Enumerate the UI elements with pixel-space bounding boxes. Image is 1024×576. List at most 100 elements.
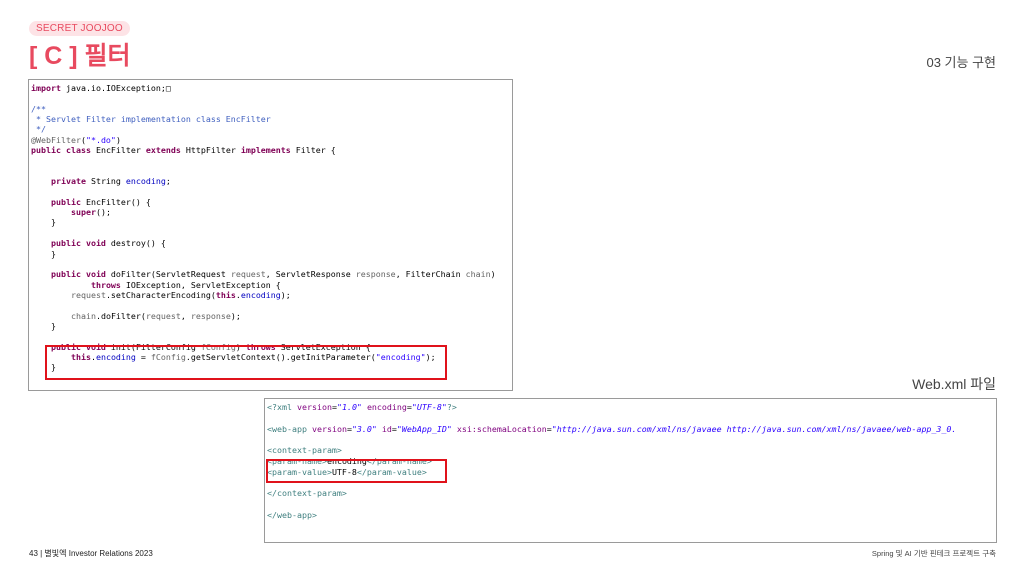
java-code-line: [31, 93, 510, 103]
code-token: version: [296, 402, 332, 412]
code-token: /**: [31, 103, 46, 114]
code-token: "http://java.sun.com/xml/ns/javaee http:…: [551, 423, 957, 434]
code-token: xsi:schemaLocation: [456, 423, 547, 434]
code-token: public void: [50, 269, 106, 280]
code-token: <web-app: [267, 423, 312, 434]
java-code-line: public void doFilter(ServletRequest requ…: [31, 269, 510, 279]
code-token: throws: [90, 279, 121, 290]
java-code-line: [31, 259, 510, 269]
code-token: chain: [70, 310, 96, 321]
code-token: IOException, ServletException {: [120, 279, 281, 290]
java-code-line: request.setCharacterEncoding(this.encodi…: [31, 290, 510, 300]
xml-code-line: [267, 499, 994, 510]
code-token: import: [31, 83, 61, 93]
xml-code-line: </web-app>: [267, 510, 994, 521]
code-token: }: [31, 320, 56, 331]
code-token: chain: [465, 269, 491, 280]
code-token: }: [31, 217, 56, 228]
code-token: encoding: [125, 176, 166, 187]
xml-code-line: <web-app version="3.0" id="WebApp_ID" xs…: [267, 424, 994, 435]
code-token: "*.do": [85, 134, 116, 145]
xml-code-line: </context-param>: [267, 488, 994, 499]
code-token: ?>: [446, 402, 457, 412]
init-method-highlight-box: [45, 345, 447, 380]
code-token: public void: [50, 238, 106, 249]
java-code-line: * Servlet Filter implementation class En…: [31, 114, 510, 124]
xml-code-line: [267, 413, 994, 424]
code-token: <?xml: [267, 402, 297, 412]
code-token: doFilter(ServletRequest: [105, 269, 231, 280]
java-code-line: [31, 155, 510, 165]
code-token: id: [381, 423, 392, 434]
java-code-line: }: [31, 249, 510, 259]
code-token: destroy() {: [105, 238, 166, 249]
java-code-line: private String encoding;: [31, 176, 510, 186]
java-code-line: public class EncFilter extends HttpFilte…: [31, 145, 510, 155]
code-token: private: [50, 176, 86, 187]
code-token: version: [311, 423, 347, 434]
footer-project-title: Spring 및 AI 기반 핀테크 프로젝트 구축: [871, 549, 996, 558]
section-badge: SECRET JOOJOO: [29, 21, 130, 36]
code-token: </context-param>: [267, 488, 347, 499]
page-title: [ C ] 필터: [29, 42, 131, 70]
code-token: }: [31, 248, 56, 259]
code-token: request: [230, 269, 266, 280]
java-code-line: [31, 166, 510, 176]
xml-code-line: <?xml version="1.0" encoding="UTF-8"?>: [267, 402, 994, 413]
code-token: request: [70, 289, 106, 300]
code-token: <context-param>: [267, 445, 342, 456]
code-token: "WebApp_ID": [396, 423, 452, 434]
code-token: "1.0": [336, 402, 362, 412]
code-token: public class: [31, 145, 91, 156]
code-token: ): [490, 269, 496, 280]
code-token: public: [50, 196, 81, 207]
java-code-line: [31, 186, 510, 196]
code-token: EncFilter: [90, 145, 146, 156]
code-token: response: [190, 310, 231, 321]
code-token: </web-app>: [267, 509, 317, 520]
java-code-line: chain.doFilter(request, response);: [31, 311, 510, 321]
java-code-line: [31, 331, 510, 341]
code-token: response: [355, 269, 396, 280]
code-token: ): [115, 134, 121, 145]
code-token: encoding: [240, 289, 281, 300]
xml-code-line: <context-param>: [267, 445, 994, 456]
code-token: this: [215, 289, 236, 300]
code-token: request: [145, 310, 181, 321]
code-token: .setCharacterEncoding(: [105, 289, 216, 300]
web-xml-label: Web.xml 파일: [912, 376, 996, 392]
java-code-line: }: [31, 321, 510, 331]
code-token: "UTF-8": [411, 402, 447, 412]
java-code-line: */: [31, 124, 510, 134]
code-token: , FilterChain: [395, 269, 466, 280]
code-token: ();: [95, 207, 111, 218]
param-highlight-box: [266, 459, 447, 483]
code-token: extends: [145, 145, 181, 156]
code-token: ,: [180, 310, 191, 321]
java-code-line: super();: [31, 207, 510, 217]
java-code-line: public EncFilter() {: [31, 197, 510, 207]
java-code-line: @WebFilter("*.do"): [31, 135, 510, 145]
code-token: , ServletResponse: [265, 269, 356, 280]
code-token: @WebFilter: [31, 134, 81, 145]
footer-page-info: 43 | 별빛엑 Investor Relations 2023: [29, 549, 153, 558]
code-token: .doFilter(: [95, 310, 146, 321]
java-code-line: /**: [31, 104, 510, 114]
section-label: 03 기능 구현: [926, 55, 996, 70]
code-token: ;: [165, 176, 171, 187]
code-token: implements: [240, 145, 291, 156]
java-code-line: [31, 228, 510, 238]
code-token: EncFilter() {: [80, 196, 151, 207]
java-code-line: public void destroy() {: [31, 238, 510, 248]
code-token: super: [70, 207, 96, 218]
java-code-line: throws IOException, ServletException {: [31, 280, 510, 290]
code-token: HttpFilter: [180, 145, 241, 156]
